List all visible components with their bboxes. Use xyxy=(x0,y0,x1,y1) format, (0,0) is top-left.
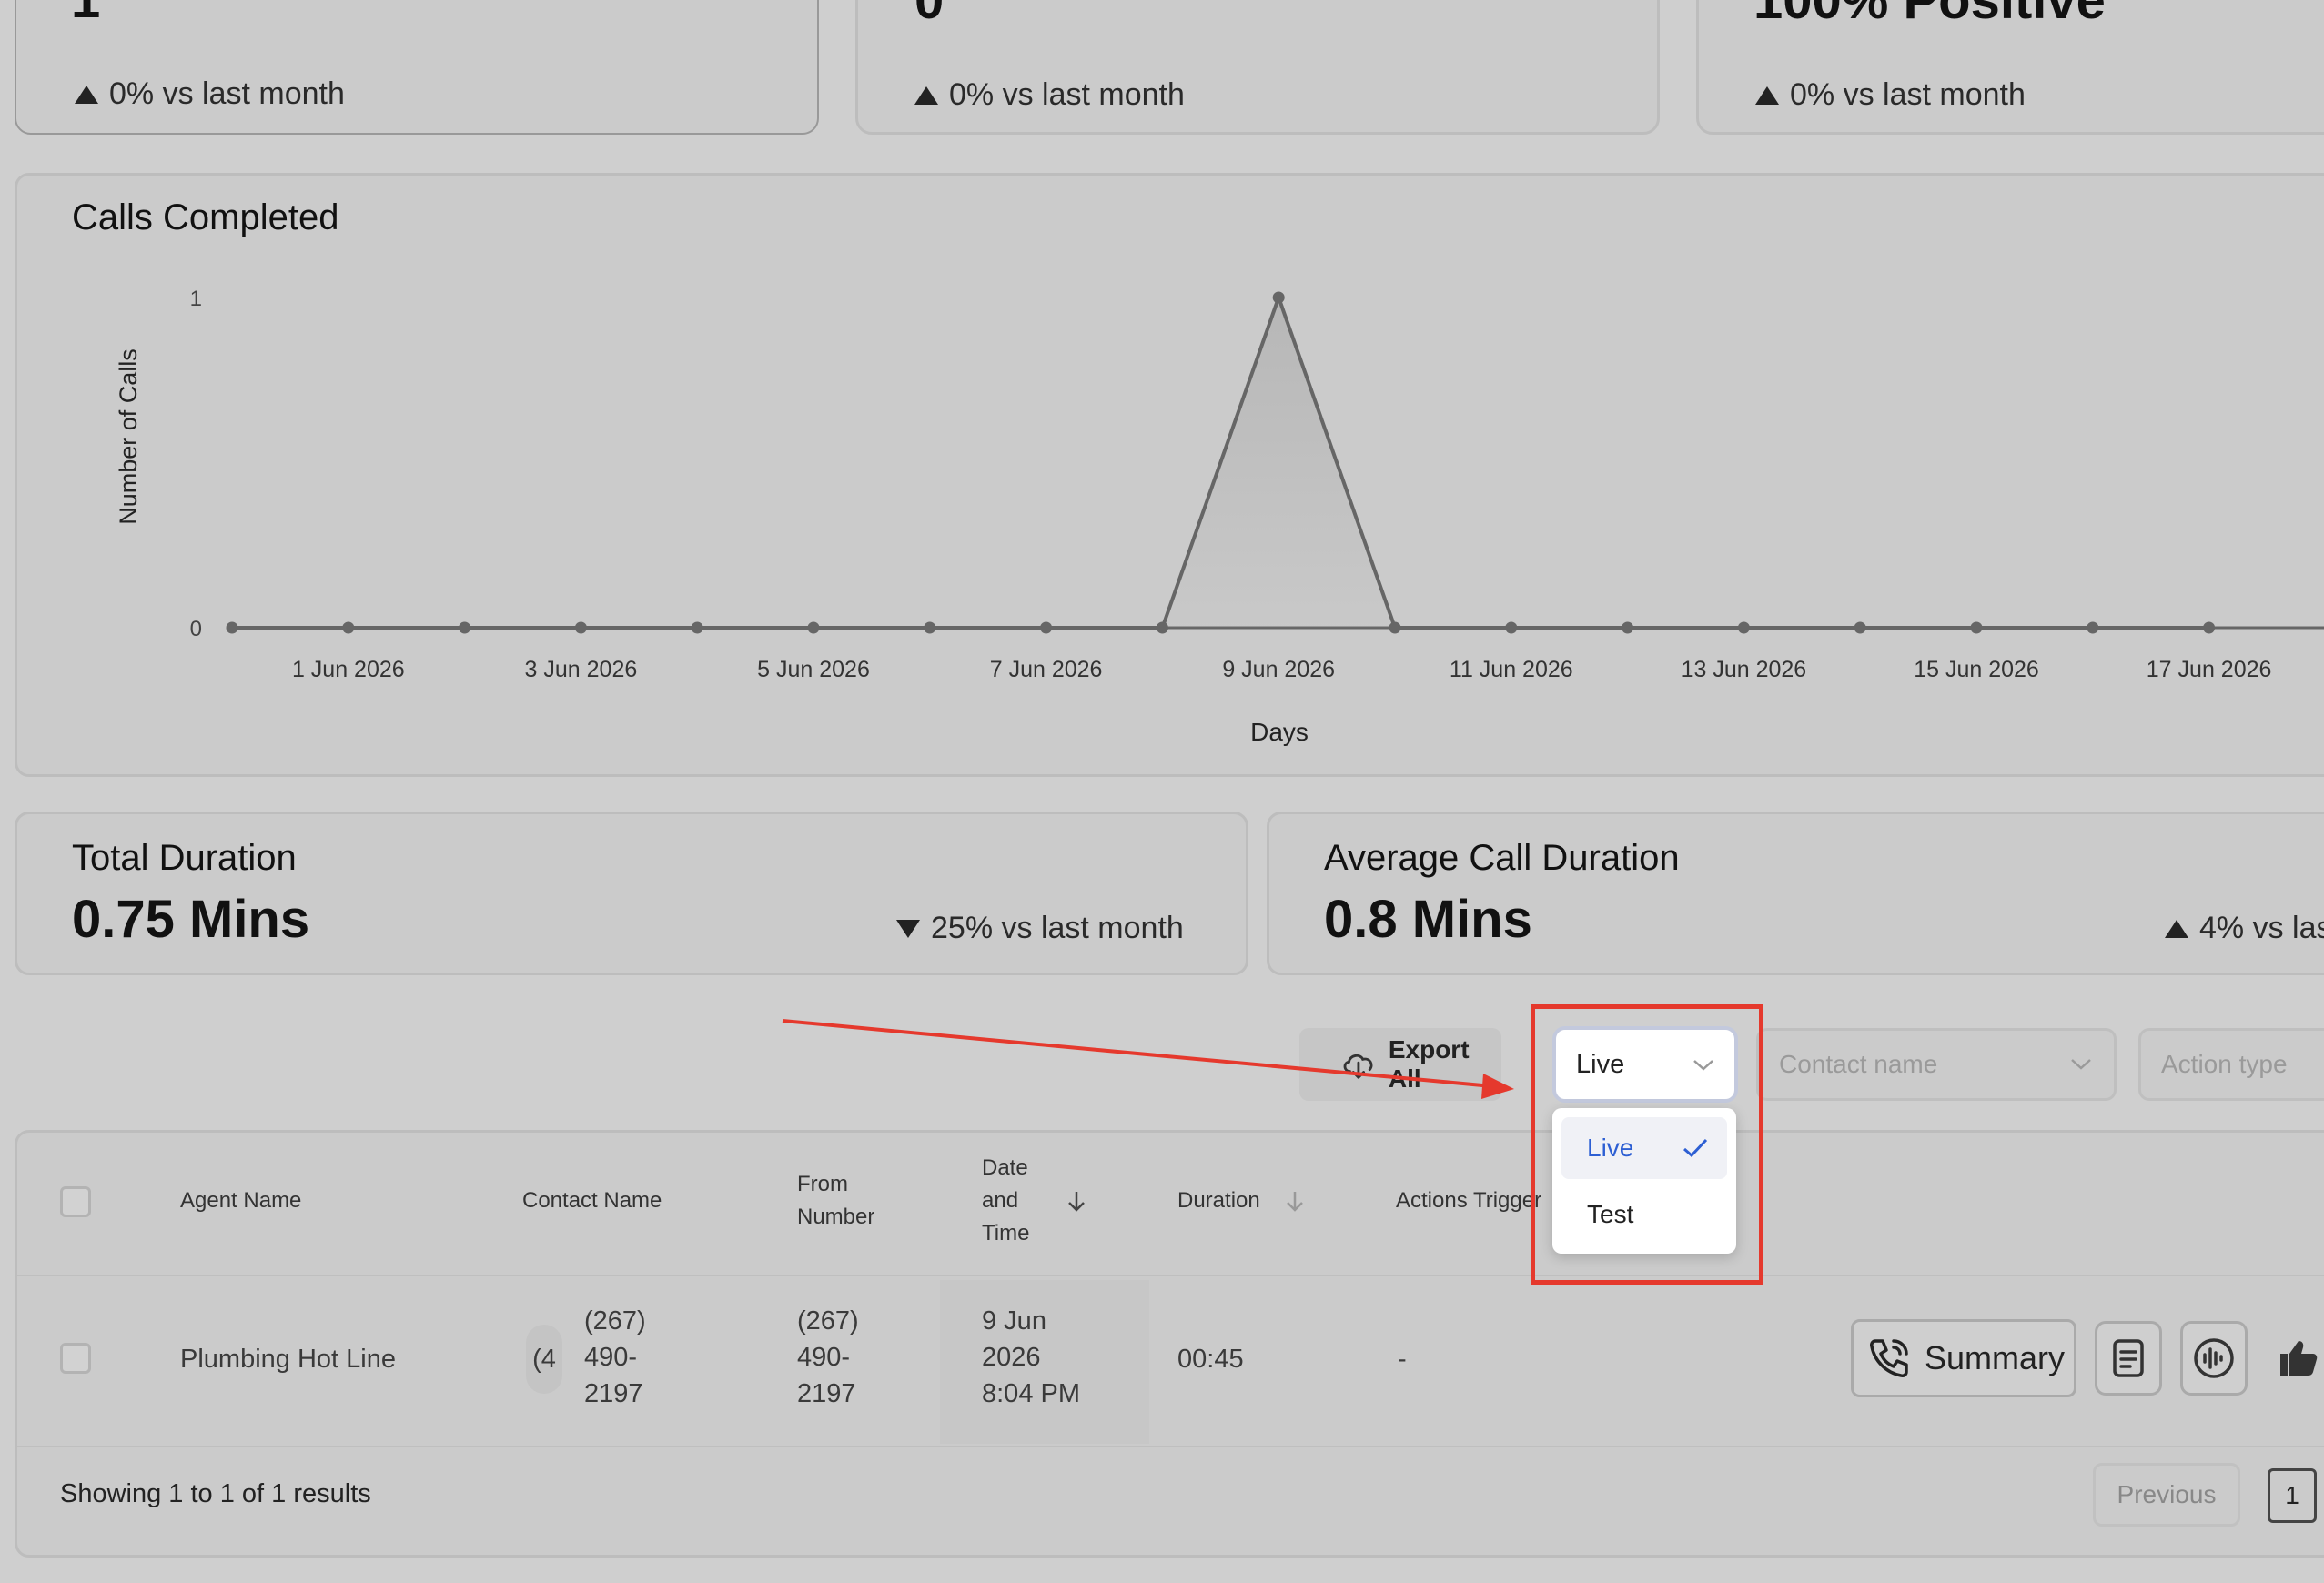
table-header-divider xyxy=(17,1275,2324,1276)
sort-down-icon[interactable] xyxy=(1066,1190,1086,1214)
data-point xyxy=(574,621,587,634)
y-tick-label: 0 xyxy=(190,617,202,641)
x-tick-label: 15 Jun 2026 xyxy=(1914,657,2039,682)
header-from-number[interactable]: From Number xyxy=(797,1168,874,1234)
phone-call-icon xyxy=(1870,1339,1908,1377)
data-point xyxy=(1040,621,1053,634)
x-tick-label: 3 Jun 2026 xyxy=(525,657,638,682)
data-point xyxy=(1505,621,1518,634)
data-point xyxy=(807,621,820,634)
sort-down-icon[interactable] xyxy=(1285,1190,1305,1214)
header-agent-name[interactable]: Agent Name xyxy=(180,1185,301,1217)
average-duration-value: 0.8 Mins xyxy=(1324,890,1532,949)
data-point xyxy=(1970,621,1983,634)
document-icon xyxy=(2113,1339,2144,1377)
x-tick-label: 11 Jun 2026 xyxy=(1450,657,1573,682)
highlight-box xyxy=(1531,1004,1763,1285)
row-checkbox[interactable] xyxy=(60,1343,91,1374)
contact-avatar: (4 xyxy=(526,1325,562,1394)
total-duration-value: 0.75 Mins xyxy=(72,890,310,949)
from-number-cell: (267) 490- 2197 xyxy=(797,1306,859,1408)
x-tick-label: 1 Jun 2026 xyxy=(292,657,405,682)
trend-up-icon xyxy=(2165,919,2188,938)
results-summary: Showing 1 to 1 of 1 results xyxy=(60,1479,371,1508)
actions-triggered-cell: - xyxy=(1398,1345,1407,1374)
data-point xyxy=(342,621,355,634)
x-axis-label: Days xyxy=(1250,718,1309,746)
action-type-select[interactable]: Action type xyxy=(2138,1028,2324,1101)
agent-name-cell: Plumbing Hot Line xyxy=(180,1345,396,1374)
x-tick-label: 7 Jun 2026 xyxy=(990,657,1103,682)
data-point xyxy=(1272,291,1285,304)
transcript-button[interactable] xyxy=(2095,1321,2162,1396)
data-point xyxy=(1854,621,1866,634)
header-contact-name[interactable]: Contact Name xyxy=(522,1185,662,1217)
data-point xyxy=(1622,621,1634,634)
average-duration-card: Average Call Duration 0.8 Mins 4% vs las xyxy=(1267,812,2324,975)
data-point xyxy=(1156,621,1168,634)
recording-button[interactable] xyxy=(2180,1321,2248,1396)
data-point xyxy=(1389,621,1401,634)
x-tick-label: 9 Jun 2026 xyxy=(1222,657,1335,682)
summary-button[interactable]: Summary xyxy=(1851,1319,2076,1397)
average-duration-trend: 4% vs las xyxy=(2165,911,2324,946)
cloud-download-icon xyxy=(1343,1054,1373,1079)
audio-wave-icon xyxy=(2194,1338,2234,1378)
data-point xyxy=(691,621,703,634)
export-all-button[interactable]: Export All xyxy=(1299,1028,1501,1101)
trend-down-icon xyxy=(896,919,920,938)
y-tick-label: 1 xyxy=(190,287,202,311)
select-all-checkbox[interactable] xyxy=(60,1186,91,1217)
total-duration-card: Total Duration 0.75 Mins 25% vs last mon… xyxy=(15,812,1248,975)
total-duration-trend: 25% vs last month xyxy=(896,911,1184,946)
previous-page-button[interactable]: Previous xyxy=(2093,1463,2240,1527)
page-1-button[interactable]: 1 xyxy=(2268,1468,2317,1523)
duration-cell: 00:45 xyxy=(1177,1345,1244,1374)
y-axis-label: Number of Calls xyxy=(115,348,142,525)
average-duration-title: Average Call Duration xyxy=(1324,838,1680,878)
data-point xyxy=(1737,621,1750,634)
data-point xyxy=(459,621,471,634)
x-tick-label: 5 Jun 2026 xyxy=(757,657,870,682)
date-time-cell: 9 Jun 2026 8:04 PM xyxy=(982,1306,1080,1408)
calls-completed-chart: 011 Jun 2026 3 Jun 2026 5 Jun 2026 7 Jun 20… xyxy=(115,287,2324,746)
x-tick-label: 17 Jun 2026 xyxy=(2147,657,2272,682)
data-point xyxy=(226,621,238,634)
data-point xyxy=(924,621,936,634)
header-duration[interactable]: Duration xyxy=(1177,1185,1260,1217)
data-point xyxy=(2203,621,2216,634)
contact-name-select[interactable]: Contact name xyxy=(1756,1028,2117,1101)
contact-name-cell: (267) 490- 2197 xyxy=(584,1306,646,1408)
data-point xyxy=(2087,621,2099,634)
chevron-down-icon xyxy=(2071,1059,2091,1070)
x-tick-label: 13 Jun 2026 xyxy=(1682,657,1807,682)
table-row-divider xyxy=(17,1446,2324,1447)
header-date-time[interactable]: Date and Time xyxy=(982,1152,1029,1250)
thumbs-up-icon[interactable] xyxy=(2275,1336,2319,1379)
total-duration-title: Total Duration xyxy=(72,838,297,878)
